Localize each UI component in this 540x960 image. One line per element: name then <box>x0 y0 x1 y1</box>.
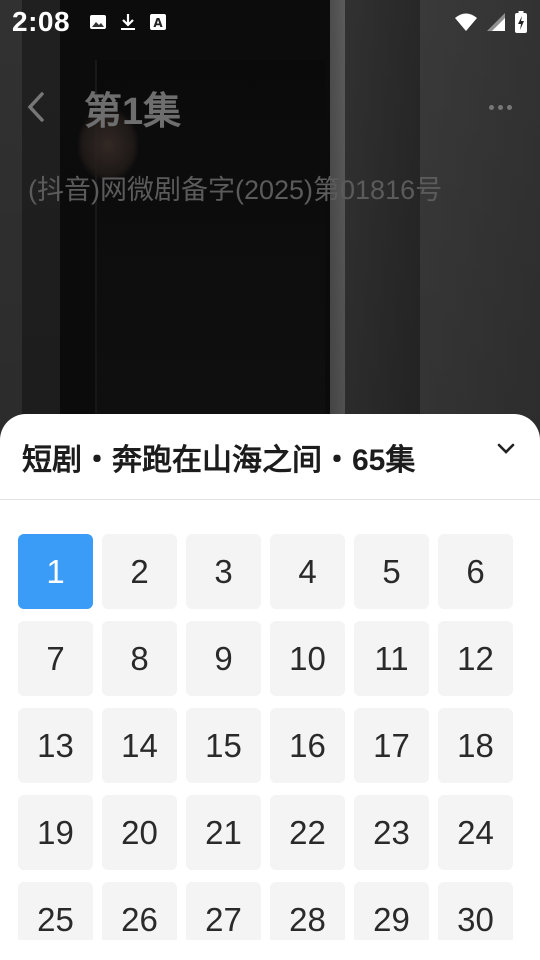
collapse-button[interactable] <box>488 431 524 467</box>
chevron-down-icon <box>497 443 515 454</box>
episode-button-8[interactable]: 8 <box>102 621 177 696</box>
image-icon <box>88 12 108 32</box>
episode-title: 第1集 <box>84 90 182 133</box>
episode-button-12[interactable]: 12 <box>438 621 513 696</box>
sheet-title: 短剧・奔跑在山海之间・65集 <box>22 443 416 477</box>
episode-button-21[interactable]: 21 <box>186 795 261 870</box>
more-options-button[interactable] <box>480 92 520 122</box>
svg-text:A: A <box>153 16 163 30</box>
more-dots-icon <box>488 104 494 110</box>
video-top-bar: 第1集 <box>0 72 540 142</box>
episode-button-11[interactable]: 11 <box>354 621 429 696</box>
episode-button-10[interactable]: 10 <box>270 621 345 696</box>
episode-button-23[interactable]: 23 <box>354 795 429 870</box>
episode-grid: 1 2 3 4 5 6 7 8 9 10 11 12 13 14 15 16 17 18 19 20 21 22 23 24 2… <box>18 534 513 957</box>
episode-button-15[interactable]: 15 <box>186 708 261 783</box>
episode-button-20[interactable]: 20 <box>102 795 177 870</box>
episode-button-13[interactable]: 13 <box>18 708 93 783</box>
chevron-left-icon <box>27 92 44 122</box>
text-a-icon: A <box>148 12 168 32</box>
episode-button-7[interactable]: 7 <box>18 621 93 696</box>
episode-button-1[interactable]: 1 <box>18 534 93 609</box>
signal-icon <box>486 12 506 32</box>
sheet-header: 短剧・奔跑在山海之间・65集 <box>0 414 540 500</box>
episode-button-14[interactable]: 14 <box>102 708 177 783</box>
episode-button-19[interactable]: 19 <box>18 795 93 870</box>
back-button[interactable] <box>20 87 52 127</box>
episode-button-5[interactable]: 5 <box>354 534 429 609</box>
license-text: (抖音)网微剧备字(2025)第01816号 <box>28 175 443 205</box>
episode-button-22[interactable]: 22 <box>270 795 345 870</box>
episode-button-24[interactable]: 24 <box>438 795 513 870</box>
episode-button-2[interactable]: 2 <box>102 534 177 609</box>
battery-charging-icon <box>514 11 528 33</box>
episode-button-16[interactable]: 16 <box>270 708 345 783</box>
wifi-icon <box>454 12 478 32</box>
status-time: 2:08 <box>12 6 71 37</box>
notification-icons: A <box>88 12 168 32</box>
download-icon <box>118 12 138 32</box>
episode-button-17[interactable]: 17 <box>354 708 429 783</box>
episode-button-4[interactable]: 4 <box>270 534 345 609</box>
episode-button-9[interactable]: 9 <box>186 621 261 696</box>
episode-button-3[interactable]: 3 <box>186 534 261 609</box>
episode-button-6[interactable]: 6 <box>438 534 513 609</box>
episode-button-18[interactable]: 18 <box>438 708 513 783</box>
video-player[interactable] <box>0 0 540 440</box>
status-bar: 2:08 A <box>0 0 540 44</box>
system-icons <box>454 11 528 33</box>
